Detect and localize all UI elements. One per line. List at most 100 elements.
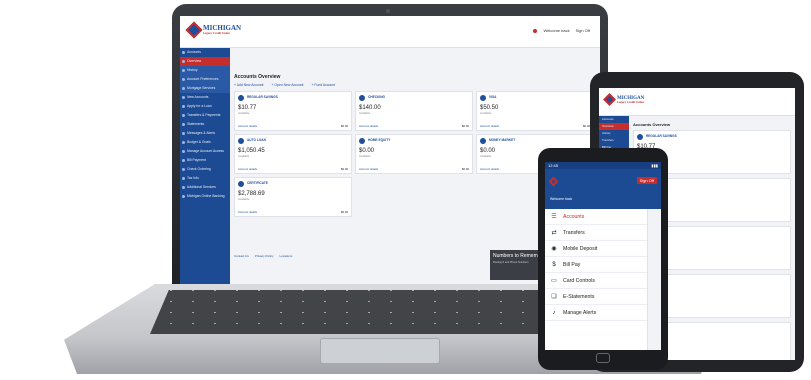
- menu-item-label: E-Statements: [563, 293, 595, 300]
- laptop-trackpad: [320, 338, 440, 364]
- phone-content-peek: [647, 209, 661, 350]
- account-balance-label: Available: [238, 197, 250, 201]
- account-icon: [359, 138, 365, 144]
- brand-subtitle: Legacy Credit Union: [203, 31, 230, 35]
- phone-menu: ☰ Accounts ⇄ Transfers ◉ Mobile Deposit …: [545, 209, 661, 321]
- account-details-link[interactable]: Account details: [238, 124, 257, 128]
- account-name: MONEY MARKET: [489, 138, 516, 142]
- sidebar-item[interactable]: Apply for a Loan: [180, 102, 230, 111]
- account-card[interactable]: HOME EQUITY $0.00 Available Account deta…: [355, 134, 473, 174]
- account-amount: $0.00: [341, 124, 348, 128]
- account-card[interactable]: CHECKING $140.00 Available Account detai…: [355, 91, 473, 131]
- sidebar-item[interactable]: Transfers & Payments: [180, 111, 230, 120]
- account-icon: [480, 95, 486, 101]
- sidebar-item[interactable]: Manage Account Access: [180, 147, 230, 156]
- footer-link[interactable]: Contact Us: [234, 254, 249, 258]
- brand-logo[interactable]: MICHIGAN Legacy Credit Union: [603, 93, 644, 106]
- sidebar-item[interactable]: Messages & Alerts: [180, 129, 230, 138]
- fund-account-link[interactable]: + Fund Account: [311, 83, 335, 87]
- account-details-link[interactable]: Account details: [359, 167, 378, 171]
- account-details-link[interactable]: Account details: [480, 124, 499, 128]
- phone-time: 12:45: [548, 163, 559, 168]
- menu-item-label: Accounts: [563, 213, 585, 220]
- page-title: Accounts Overview: [633, 122, 671, 127]
- sidebar-item[interactable]: Statements: [180, 120, 230, 129]
- dollar-icon: $: [552, 261, 556, 268]
- brand-logo[interactable]: MICHIGAN Legacy Credit Union: [185, 21, 241, 39]
- sidebar-item[interactable]: Transfers: [599, 137, 629, 144]
- signoff-button[interactable]: Sign Off: [636, 177, 657, 184]
- user-menu[interactable]: Welcome back Sign Off: [533, 28, 590, 33]
- menu-item-bill-pay[interactable]: $ Bill Pay: [545, 257, 661, 273]
- account-details-link[interactable]: Account details: [238, 167, 257, 171]
- menu-item-manage-alerts[interactable]: ♪ Manage Alerts: [545, 305, 661, 321]
- account-icon: [238, 181, 244, 187]
- signoff-link[interactable]: Sign Off: [576, 28, 590, 33]
- account-icon: [238, 95, 244, 101]
- menu-item-label: Card Controls: [563, 277, 596, 284]
- menu-item-label: Transfers: [563, 229, 585, 236]
- sidebar-item[interactable]: History: [599, 130, 629, 137]
- menu-item-label: Mobile Deposit: [563, 245, 598, 252]
- account-amount: $0.00: [341, 210, 348, 214]
- account-amount: $0.00: [462, 124, 469, 128]
- account-details-link[interactable]: Account details: [359, 124, 378, 128]
- footer-link[interactable]: Privacy Policy: [255, 254, 274, 258]
- user-label: Welcome back: [543, 28, 570, 33]
- brand-logo-mark-icon: [185, 21, 203, 39]
- sidebar-item[interactable]: Bill Payment: [180, 156, 230, 165]
- menu-item-label: Manage Alerts: [563, 309, 597, 316]
- account-name: VISA: [489, 95, 497, 99]
- account-balance-label: Available: [238, 154, 250, 158]
- sidebar-item-active[interactable]: Overview: [180, 57, 230, 66]
- laptop-camera: [386, 9, 390, 13]
- bell-icon: ♪: [552, 309, 556, 316]
- account-balance-label: Available: [238, 111, 250, 115]
- tablet-header: MICHIGAN Legacy Credit Union: [599, 88, 795, 116]
- brand-logo-mark-icon: [548, 176, 559, 187]
- add-account-link[interactable]: + Add New Account: [234, 83, 264, 87]
- laptop-footer: Contact Us Privacy Policy Locations: [234, 254, 292, 258]
- account-card[interactable]: CERTIFICATE $2,788.69 Available Account …: [234, 177, 352, 217]
- sidebar-item[interactable]: Account Preferences: [180, 75, 230, 84]
- sidebar-item[interactable]: Mortgage Services: [180, 84, 230, 93]
- sidebar-item[interactable]: Michigan Online Banking: [180, 192, 230, 201]
- brand-logo: [548, 176, 559, 187]
- account-balance-label: Available: [480, 111, 492, 115]
- account-details-link[interactable]: Account details: [480, 167, 499, 171]
- menu-item-accounts[interactable]: ☰ Accounts: [545, 209, 661, 225]
- account-icon: [359, 95, 365, 101]
- account-amount: $0.00: [462, 167, 469, 171]
- sidebar-item[interactable]: Accounts: [180, 48, 230, 57]
- account-actions: + Add New Account + Open New Account + F…: [234, 83, 594, 87]
- account-amount: $0.00: [341, 167, 348, 171]
- account-card[interactable]: VISA $50.50 Available Account details $0…: [476, 91, 594, 131]
- account-card[interactable]: AUTO LOAN $1,050.45 Available Account de…: [234, 134, 352, 174]
- sidebar-item[interactable]: New Accounts: [180, 93, 230, 102]
- sidebar-item[interactable]: Budget & Goals: [180, 138, 230, 147]
- menu-item-e-statements[interactable]: ❏ E-Statements: [545, 289, 661, 305]
- open-account-link[interactable]: + Open New Account: [272, 83, 304, 87]
- menu-item-mobile-deposit[interactable]: ◉ Mobile Deposit: [545, 241, 661, 257]
- account-icon: [637, 134, 643, 140]
- sidebar-item[interactable]: Accounts: [599, 116, 629, 123]
- account-card[interactable]: REGULAR SAVINGS $10.77 Available Account…: [234, 91, 352, 131]
- sidebar-item-active[interactable]: Overview: [599, 123, 629, 130]
- sidebar-item[interactable]: Tax Info: [180, 174, 230, 183]
- menu-item-transfers[interactable]: ⇄ Transfers: [545, 225, 661, 241]
- account-name: REGULAR SAVINGS: [247, 95, 278, 99]
- account-name: AUTO LOAN: [247, 138, 266, 142]
- menu-item-card-controls[interactable]: ▭ Card Controls: [545, 273, 661, 289]
- menu-item-label: Bill Pay: [563, 261, 581, 268]
- sidebar-item[interactable]: Check Ordering: [180, 165, 230, 174]
- account-balance-label: Available: [359, 154, 371, 158]
- phone-home-button[interactable]: [596, 353, 610, 363]
- sidebar-item[interactable]: History: [180, 66, 230, 75]
- brand-subtitle: Legacy Credit Union: [617, 99, 644, 104]
- accounts-icon: ☰: [551, 213, 557, 220]
- sidebar-item[interactable]: Additional Services: [180, 183, 230, 192]
- footer-link[interactable]: Locations: [280, 254, 293, 258]
- phone-status-bar: 12:45 ▮▮▮: [545, 162, 661, 169]
- signal-icon: ▮▮▮: [651, 163, 658, 168]
- account-details-link[interactable]: Account details: [238, 210, 257, 214]
